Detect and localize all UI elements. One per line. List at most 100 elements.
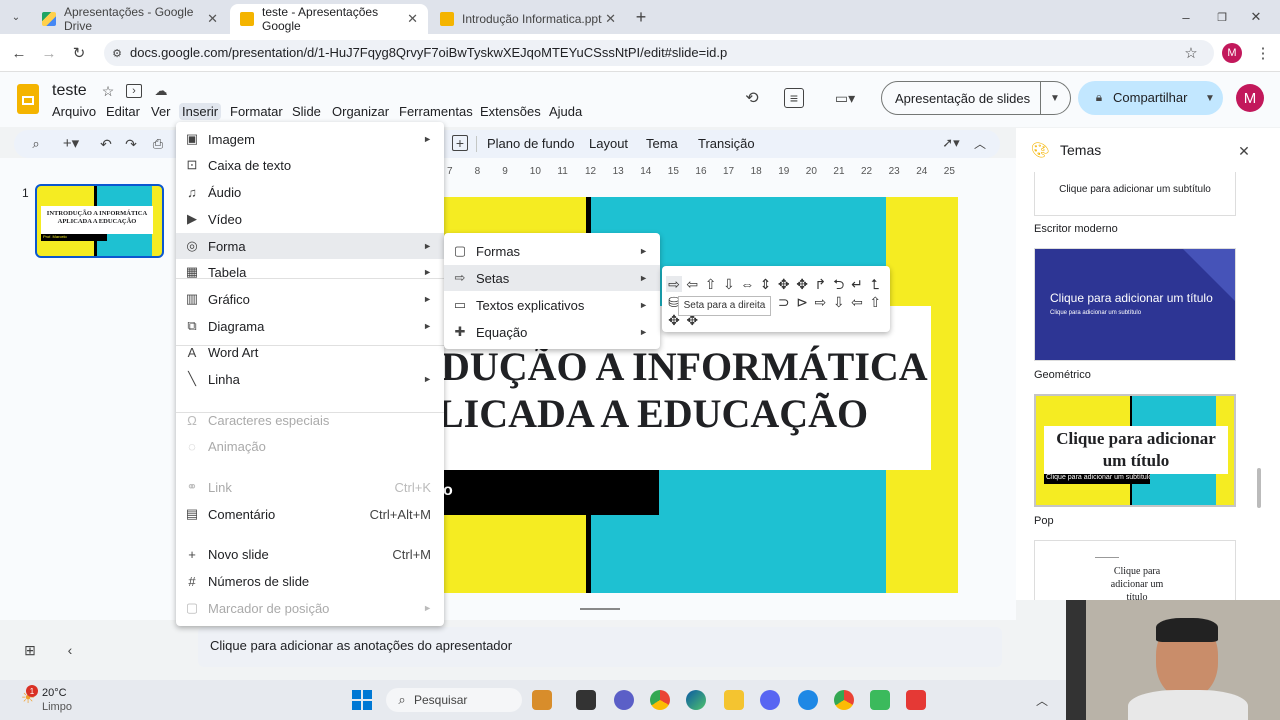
chrome-profile-icon[interactable] [834,690,854,710]
theme-button[interactable]: Tema [646,136,678,151]
chrome-app-icon[interactable] [650,690,670,710]
transition-button[interactable]: Transição [698,136,755,151]
menu-organizar[interactable]: Organizar [329,103,392,120]
shape-menu-item[interactable]: ▢ Formas ► [444,238,660,264]
speaker-notes[interactable]: Clique para adicionar as anotações do ap… [198,627,1002,667]
background-button[interactable]: Plano de fundo [487,136,574,151]
collapse-toolbar-icon[interactable]: ︿ [972,135,988,151]
collapse-filmstrip-icon[interactable]: ‹ [62,642,78,658]
taskbar-search[interactable]: ⌕ Pesquisar [386,688,522,712]
arrow-shape-icon[interactable]: ⇦ [849,294,865,310]
theme-card-plain[interactable]: Clique para adicionar um título [1034,540,1236,600]
insert-menu-item[interactable]: ╲ Linha ► [176,366,444,392]
add-comment-icon[interactable]: + [452,135,468,151]
close-tab-icon[interactable]: ✕ [407,11,418,27]
comments-icon[interactable]: ≡ [784,88,804,108]
camtasia-green-icon[interactable] [870,690,890,710]
star-icon[interactable]: ☆ [100,83,116,99]
insert-menu-item[interactable]: ⊡ Caixa de texto [176,152,444,178]
arrow-shape-icon[interactable]: ✥ [776,276,792,292]
arrow-shape-icon[interactable]: ⇔ [739,276,755,292]
briefcase-app-icon[interactable] [532,690,552,710]
select-pointer-icon[interactable]: ➚▾ [936,135,966,151]
grid-view-icon[interactable]: ⊞ [22,642,38,658]
camtasia-red-icon[interactable] [906,690,926,710]
user-avatar[interactable]: M [1236,84,1264,112]
menu-ajuda[interactable]: Ajuda [546,103,585,120]
insert-menu-item[interactable]: ⧉ Diagrama ► [176,313,444,339]
reload-icon[interactable]: ↻ [70,44,88,62]
doc-title[interactable]: teste [52,82,87,100]
search-icon[interactable]: ⌕ [28,136,44,152]
print-icon[interactable]: ⎙ [150,136,166,152]
url-field[interactable]: docs.google.com/presentation/d/1-HuJ7Fqy… [104,40,1214,66]
firefox-app-icon[interactable] [798,690,818,710]
insert-menu-item[interactable]: A Word Art [176,339,444,365]
new-slide-plus-icon[interactable]: +▾ [56,135,86,152]
arrow-shape-icon[interactable]: ⮌ [831,276,847,292]
slide-thumbnail[interactable]: INTRODUÇÃO A INFORMÁTICA APLICADA A EDUC… [35,184,164,258]
menu-slide[interactable]: Slide [289,103,324,120]
layout-button[interactable]: Layout [589,136,628,151]
browser-tab-pptx[interactable]: Introdução Informatica.pptx - A ✕ [430,4,626,34]
menu-ver[interactable]: Ver [148,103,174,120]
insert-menu-item[interactable]: ◎ Forma ► [176,233,444,259]
file-explorer-icon[interactable] [724,690,744,710]
resize-handle[interactable] [580,608,620,610]
browser-tab-drive[interactable]: Apresentações - Google Drive ✕ [32,4,228,34]
maximize-icon[interactable]: ❐ [1214,9,1230,25]
insert-menu-item[interactable]: ▥ Gráfico ► [176,286,444,312]
menu-inserir[interactable]: Inserir [179,103,222,120]
arrow-shape-icon[interactable]: ⊃ [776,294,792,310]
arrow-shape-icon[interactable]: ↵ [849,276,865,292]
bookmark-star-icon[interactable]: ☆ [1182,44,1200,62]
shape-menu-item[interactable]: ▭ Textos explicativos ► [444,292,660,318]
teams-app-icon[interactable] [614,690,634,710]
share-button[interactable]: 🔒︎ Compartilhar ▼ [1078,81,1223,115]
arrow-shape-icon[interactable]: ⊳ [794,294,810,310]
shape-menu-item[interactable]: ⇨ Setas ► [444,265,660,291]
undo-icon[interactable]: ↶ [98,136,114,152]
meet-icon[interactable]: ▭▾ [828,88,862,108]
close-panel-icon[interactable]: ✕ [1236,143,1252,159]
tray-chevron-icon[interactable]: ︿ [1034,692,1050,708]
history-icon[interactable]: ⟲ [742,88,762,108]
arrow-shape-icon[interactable]: ⇩ [831,294,847,310]
arrow-shape-icon[interactable]: ⇦ [684,276,700,292]
shape-menu-item[interactable]: ✚ Equação ► [444,319,660,345]
theme-card-pop[interactable]: Clique para adicionar um título Clique p… [1034,394,1236,507]
menu-extensoes[interactable]: Extensões [477,103,544,120]
close-tab-icon[interactable]: ✕ [605,11,616,27]
theme-card-geometric[interactable]: Clique para adicionar um título Clique p… [1034,248,1236,361]
move-folder-icon[interactable]: › [126,84,142,98]
arrow-shape-icon[interactable]: ⇨ [812,294,828,310]
back-icon[interactable]: ← [10,44,28,62]
slides-logo-icon[interactable] [17,84,39,114]
arrow-shape-icon[interactable]: ⇩ [721,276,737,292]
arrow-shape-icon[interactable]: ⇧ [703,276,719,292]
insert-menu-item[interactable]: ▦ Tabela ► [176,259,444,285]
arrow-shape-icon[interactable]: ✥ [794,276,810,292]
arrow-shape-icon[interactable]: ⇧ [867,294,883,310]
panel-scrollbar[interactable] [1257,468,1261,508]
minimize-icon[interactable]: – [1178,9,1194,25]
tab-search-chevron-icon[interactable]: ⌄ [8,9,24,25]
menu-formatar[interactable]: Formatar [227,103,286,120]
discord-app-icon[interactable] [760,690,780,710]
menu-ferramentas[interactable]: Ferramentas [396,103,476,120]
terminal-app-icon[interactable] [576,690,596,710]
insert-menu-item[interactable]: ▶ Vídeo [176,206,444,232]
menu-arquivo[interactable]: Arquivo [49,103,99,120]
insert-menu-item[interactable]: ▤ Comentário Ctrl+Alt+M [176,501,444,527]
browser-menu-icon[interactable]: ⋮ [1254,44,1272,62]
windows-start-icon[interactable] [352,690,372,710]
arrow-shape-icon[interactable]: ⇨ [666,276,682,292]
profile-avatar[interactable]: M [1222,43,1242,63]
redo-icon[interactable]: ↷ [123,136,139,152]
arrow-shape-icon[interactable]: ⮤ [867,276,883,292]
insert-menu-item[interactable]: + Novo slide Ctrl+M [176,541,444,567]
insert-menu-item[interactable]: # Números de slide [176,568,444,594]
arrow-shape-icon[interactable]: ⇕ [758,276,774,292]
slide-subtitle-box[interactable]: o [443,470,659,515]
browser-tab-slides[interactable]: teste - Apresentações Google ✕ [230,4,428,34]
